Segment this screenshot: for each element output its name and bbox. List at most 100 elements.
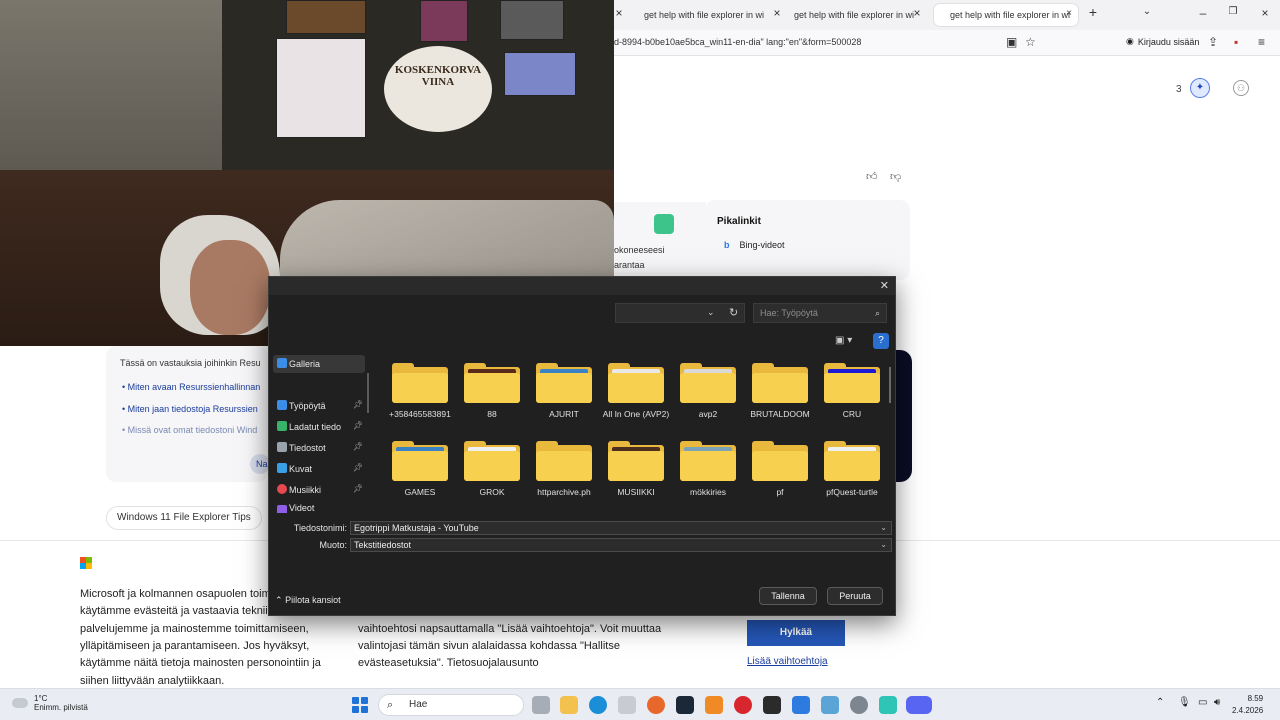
settings-gear-icon[interactable] xyxy=(850,696,868,714)
nav-item-videos[interactable]: Videot xyxy=(273,502,365,513)
answer-link-2[interactable]: • Miten jaan tiedostoja Resurssien xyxy=(122,404,258,414)
grid-scrollbar[interactable] xyxy=(889,367,891,403)
hide-folders-toggle[interactable]: ⌃ Piilota kansiot xyxy=(275,595,341,606)
url-field[interactable]: d-8994-b0be10ae5bca_win11-en-dia" lang:"… xyxy=(614,37,861,47)
close-tab-icon[interactable]: × xyxy=(908,6,926,20)
minimize-icon[interactable]: – xyxy=(1194,6,1212,20)
folder-item[interactable]: MUSIIKKI xyxy=(601,441,671,497)
quick-link-bing-videos[interactable]: b Bing-videot xyxy=(724,240,785,250)
refresh-icon[interactable]: ↻ xyxy=(729,306,738,319)
folder-item[interactable]: CRU xyxy=(817,363,887,419)
related-search-chip[interactable]: Windows 11 File Explorer Tips xyxy=(106,506,262,530)
view-options-icon[interactable]: ▣ ▾ xyxy=(835,335,852,346)
save-button[interactable]: Tallenna xyxy=(759,587,817,605)
path-dropdown-icon[interactable]: ⌄ xyxy=(707,307,715,318)
weather-widget[interactable]: 1°C Enimm. pilvistä xyxy=(12,694,88,712)
folder-item[interactable]: +358465583891 xyxy=(385,363,455,419)
addon-icon[interactable]: ▪ xyxy=(1234,35,1238,49)
folder-item[interactable]: BRUTALDOOM xyxy=(745,363,815,419)
folder-name: All In One (AVP2) xyxy=(602,409,670,419)
pin-icon: 📌︎ xyxy=(352,400,363,409)
close-window-icon[interactable]: × xyxy=(1256,6,1274,20)
extensions-icon[interactable]: ⇪ xyxy=(1208,35,1218,49)
file-explorer-icon[interactable] xyxy=(560,696,578,714)
browser-tab-2[interactable]: get help with file explorer in wi xyxy=(786,4,926,26)
webcam-poster xyxy=(276,38,366,138)
folder-item[interactable]: mökkiries xyxy=(673,441,743,497)
cancel-button[interactable]: Peruuta xyxy=(827,587,883,605)
browser-tab-active[interactable]: get help with file explorer in wi × xyxy=(934,4,1078,26)
music-icon xyxy=(277,484,287,494)
new-tab-icon[interactable]: + xyxy=(1084,4,1102,20)
close-tab-icon[interactable]: × xyxy=(768,6,786,20)
answer-link-3[interactable]: • Missä ovat omat tiedostoni Wind xyxy=(122,425,257,435)
folder-item[interactable]: GAMES xyxy=(385,441,455,497)
edge-icon[interactable] xyxy=(589,696,607,714)
app-icon[interactable] xyxy=(821,696,839,714)
folder-icon xyxy=(536,363,592,403)
folder-item[interactable]: GROK xyxy=(457,441,527,497)
tab-list-chevron-icon[interactable]: ⌄ xyxy=(1138,6,1156,17)
nav-item-pictures[interactable]: Kuvat 📌︎ xyxy=(273,460,365,478)
dialog-close-icon[interactable]: ✕ xyxy=(880,279,889,292)
profile-icon[interactable]: ⚇ xyxy=(1233,80,1249,96)
nav-item-desktop[interactable]: Työpöytä 📌︎ xyxy=(273,397,365,415)
nav-item-documents[interactable]: Tiedostot 📌︎ xyxy=(273,439,365,457)
folder-icon xyxy=(536,441,592,481)
opera-icon[interactable] xyxy=(734,696,752,714)
folder-item[interactable]: 88 xyxy=(457,363,527,419)
clock[interactable]: 8.59 2.4.2026 xyxy=(1232,693,1263,717)
filename-input[interactable]: Egotrippi Matkustaja - YouTube ⌄ xyxy=(350,521,892,535)
steam-icon[interactable] xyxy=(676,696,694,714)
nav-scrollbar[interactable] xyxy=(367,373,369,413)
folder-item[interactable]: AJURIT xyxy=(529,363,599,419)
pin-icon: 📌︎ xyxy=(352,463,363,472)
folder-item[interactable]: pfQuest-turtle xyxy=(817,441,887,497)
microphone-icon[interactable]: 🎙︎ xyxy=(1178,697,1191,708)
nav-item-gallery[interactable]: Galleria xyxy=(273,355,365,373)
reject-cookies-button[interactable]: Hylkää xyxy=(747,620,845,646)
volume-icon[interactable]: 🔊︎ xyxy=(1214,697,1220,708)
folder-item[interactable]: pf xyxy=(745,441,815,497)
privacy-statement-link[interactable]: evästeasetuksia". Tietosuojalausunto xyxy=(358,657,539,669)
chevron-down-icon[interactable]: ⌄ xyxy=(880,522,887,534)
thumbs-down-icon[interactable]: 👎︎ xyxy=(890,170,901,183)
folder-item[interactable]: httparchive.ph xyxy=(529,441,599,497)
help-icon[interactable]: ? xyxy=(873,333,889,349)
download-icon xyxy=(277,421,287,431)
nav-item-downloads[interactable]: Ladatut tiedo 📌︎ xyxy=(273,418,365,436)
app-icon[interactable] xyxy=(792,696,810,714)
reader-view-icon[interactable]: ▣ xyxy=(1006,35,1017,49)
folder-icon xyxy=(392,441,448,481)
pictures-icon xyxy=(277,463,287,473)
taskbar-search[interactable]: ⌕ Hae xyxy=(378,694,524,716)
task-view-icon[interactable] xyxy=(532,696,550,714)
store-icon[interactable] xyxy=(618,696,636,714)
answers-more-button[interactable]: Na xyxy=(250,454,270,474)
folder-item[interactable]: avp2 xyxy=(673,363,743,419)
firefox-icon[interactable] xyxy=(647,696,665,714)
thumbs-up-icon[interactable]: 👍︎ xyxy=(866,170,878,183)
bookmark-star-icon[interactable]: ☆ xyxy=(1025,35,1036,49)
answer-link-1[interactable]: • Miten avaan Resurssienhallinnan xyxy=(122,382,260,392)
start-button[interactable] xyxy=(352,697,368,713)
folder-item[interactable]: All In One (AVP2) xyxy=(601,363,671,419)
terminal-icon[interactable] xyxy=(763,696,781,714)
nav-item-music[interactable]: Musiikki 📌︎ xyxy=(273,481,365,499)
dialog-search-input[interactable]: Hae: Työpöytä ⌕ xyxy=(753,303,887,323)
copilot-icon[interactable]: ✦ xyxy=(1190,78,1210,98)
maximize-icon[interactable]: ❐ xyxy=(1224,6,1242,17)
network-icon[interactable]: ▭ xyxy=(1198,697,1207,708)
path-bar[interactable] xyxy=(615,303,745,323)
browser-tab-1[interactable]: get help with file explorer in wi xyxy=(636,4,776,26)
vlc-icon[interactable] xyxy=(705,696,723,714)
signin-button[interactable]: ◉ Kirjaudu sisään xyxy=(1126,36,1199,47)
more-options-link[interactable]: Lisää vaihtoehtoja xyxy=(747,656,828,667)
discord-icon[interactable] xyxy=(906,696,932,714)
chevron-down-icon[interactable]: ⌄ xyxy=(880,539,887,551)
filetype-select[interactable]: Tekstitiedostot ⌄ xyxy=(350,538,892,552)
notepad-icon[interactable] xyxy=(879,696,897,714)
tray-chevron-icon[interactable]: ⌃ xyxy=(1156,697,1164,708)
menu-icon[interactable]: ≡ xyxy=(1258,35,1265,49)
close-tab-icon[interactable]: × xyxy=(1066,8,1072,19)
